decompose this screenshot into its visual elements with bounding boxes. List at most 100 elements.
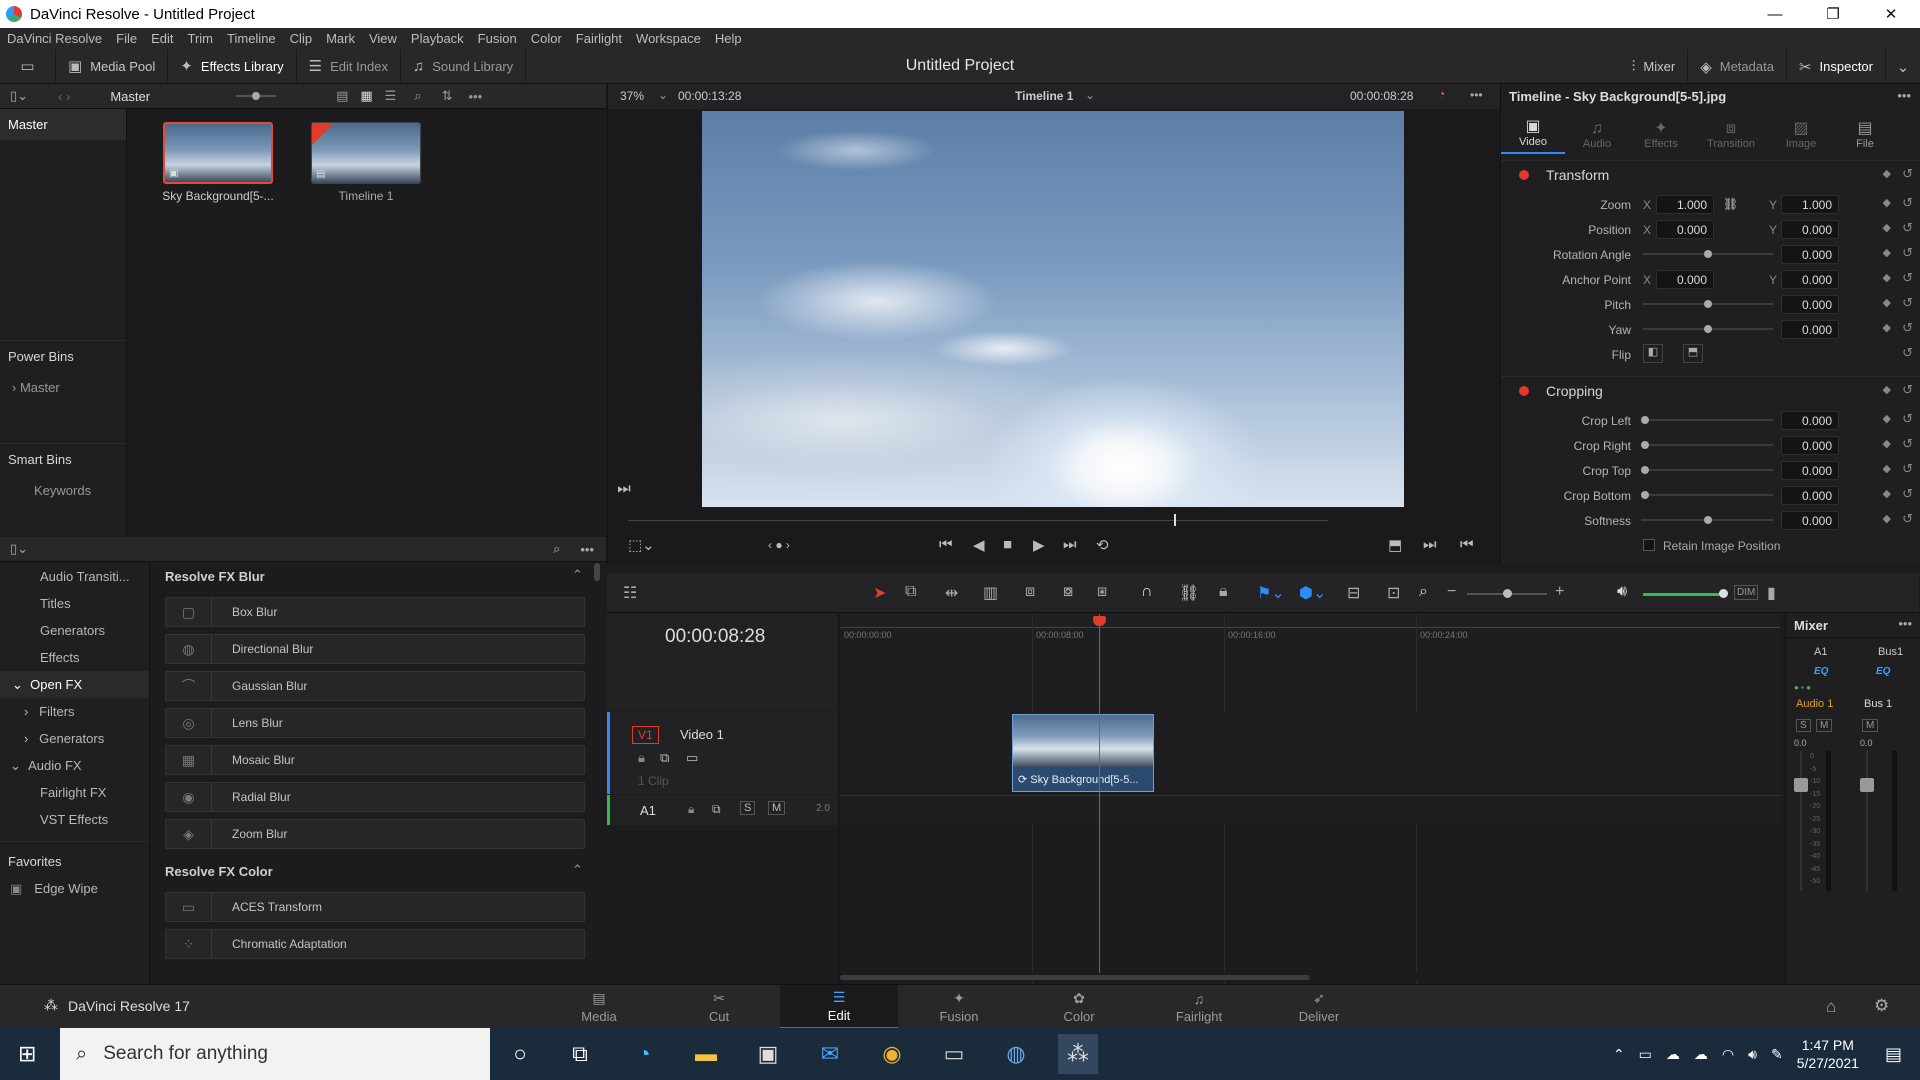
menu-help[interactable]: Help <box>708 31 749 46</box>
keyframe-icon[interactable]: ◆ <box>1883 487 1891 500</box>
track-a1-label[interactable]: A1 <box>640 803 656 818</box>
keyframe-icon[interactable]: ◆ <box>1883 167 1891 180</box>
scrubber-bar[interactable] <box>628 520 1328 521</box>
fx-radial-blur[interactable]: ◉ Radial Blur <box>165 782 585 812</box>
fx-chromatic-adaptation[interactable]: ⁘ Chromatic Adaptation <box>165 929 585 959</box>
reset-icon[interactable]: ↺ <box>1902 166 1913 182</box>
zoom-in-icon[interactable]: + <box>1555 583 1564 601</box>
fx-scrollbar[interactable] <box>594 563 600 581</box>
track-visibility-icon[interactable]: ▭ <box>686 750 698 766</box>
frame-end-icon[interactable]: ⏭ <box>616 480 632 497</box>
menu-workspace[interactable]: Workspace <box>629 31 708 46</box>
ch1-fader-track[interactable] <box>1800 751 1802 891</box>
link-icon[interactable]: ⛓ <box>1723 197 1738 211</box>
detail-zoom-icon[interactable]: ⊡ <box>1387 583 1400 603</box>
crop-right-field[interactable]: 0.000 <box>1781 436 1839 455</box>
insert-clip-icon[interactable]: ⧈ <box>1025 583 1035 601</box>
battery-icon[interactable]: ▭ <box>1639 1046 1652 1063</box>
task-view-icon[interactable]: ⧉ <box>560 1034 600 1074</box>
menu-clip[interactable]: Clip <box>283 31 319 46</box>
anchor-x-field[interactable]: 0.000 <box>1656 270 1714 289</box>
metadata-view-icon[interactable]: ▤ <box>336 88 348 104</box>
mixer-button[interactable]: ⫶ Mixer <box>1620 49 1689 84</box>
menu-file[interactable]: File <box>109 31 144 46</box>
go-to-start-icon[interactable]: ⏮ <box>939 536 953 553</box>
zoom-slider[interactable] <box>1467 589 1547 598</box>
clip-thumbnail-sky[interactable]: ▣ <box>163 122 273 184</box>
eq-button-ch1[interactable]: EQ <box>1814 666 1828 677</box>
cortana-icon[interactable]: ○ <box>500 1034 540 1074</box>
softness-field[interactable]: 0.000 <box>1781 511 1839 530</box>
chevron-down-icon[interactable]: ⌄ <box>658 88 668 102</box>
softness-slider[interactable] <box>1641 516 1773 524</box>
custom-zoom-icon[interactable]: ⌕ <box>1419 583 1428 601</box>
menu-color[interactable]: Color <box>524 31 569 46</box>
timeline-playhead[interactable] <box>1099 614 1100 973</box>
menu-edit[interactable]: Edit <box>144 31 180 46</box>
snapping-icon[interactable]: ∩ <box>1141 583 1153 601</box>
reset-icon[interactable]: ↺ <box>1902 486 1913 502</box>
menu-fairlight[interactable]: Fairlight <box>569 31 629 46</box>
blade-tool-icon[interactable]: ▥ <box>983 583 998 603</box>
reset-icon[interactable]: ↺ <box>1902 295 1913 311</box>
lock-icon[interactable]: 🔒︎ <box>638 750 645 766</box>
fx-cat-open-fx[interactable]: ⌄ Open FX <box>0 671 149 698</box>
page-edit[interactable]: ☰ Edit <box>780 985 898 1029</box>
tab-video[interactable]: ▣ Video <box>1501 109 1565 154</box>
thumbnail-size-slider[interactable] <box>236 92 277 100</box>
effects-more-icon[interactable]: ••• <box>580 542 594 557</box>
full-zoom-icon[interactable]: ⊟ <box>1347 583 1360 603</box>
timeline-ruler[interactable] <box>840 614 1780 628</box>
menu-playback[interactable]: Playback <box>404 31 471 46</box>
reset-icon[interactable]: ↺ <box>1902 411 1913 427</box>
fx-gaussian-blur[interactable]: ⌒ Gaussian Blur <box>165 671 585 701</box>
keyframe-icon[interactable]: ◆ <box>1883 246 1891 259</box>
stop-icon[interactable]: ■ <box>1003 536 1012 553</box>
zoom-out-icon[interactable]: − <box>1447 583 1456 601</box>
tab-image[interactable]: ▨ Image <box>1769 109 1833 154</box>
rotation-slider[interactable] <box>1643 250 1773 258</box>
qbittorrent-icon[interactable]: ◍ <box>996 1034 1036 1074</box>
bus-mute-button[interactable]: M <box>1862 719 1879 732</box>
tab-audio[interactable]: ♫ Audio <box>1565 109 1629 154</box>
zoom-y-field[interactable]: 1.000 <box>1781 195 1839 214</box>
play-icon[interactable]: ▶ <box>1033 536 1045 554</box>
fx-zoom-blur[interactable]: ◈ Zoom Blur <box>165 819 585 849</box>
selection-tool-icon[interactable]: ➤ <box>873 583 886 603</box>
transform-section[interactable]: Transform ◆ ↺ <box>1501 160 1920 188</box>
volume-icon[interactable]: 🔊︎ <box>1748 1046 1757 1063</box>
chevron-down-icon[interactable]: ⌄ <box>1085 88 1095 102</box>
reset-icon[interactable]: ↺ <box>1902 270 1913 286</box>
page-deliver[interactable]: ➶ Deliver <box>1260 985 1378 1029</box>
position-x-field[interactable]: 0.000 <box>1656 220 1714 239</box>
edit-index-button[interactable]: ☰ Edit Index <box>297 48 401 84</box>
safe-area-icon[interactable]: ⬚⌄ <box>628 536 655 554</box>
fx-cat-filters[interactable]: › Filters <box>0 698 149 725</box>
keyframe-icon[interactable]: ◆ <box>1883 196 1891 209</box>
reset-icon[interactable]: ↺ <box>1902 461 1913 477</box>
crop-bottom-slider[interactable] <box>1641 491 1773 499</box>
solo-button[interactable]: S <box>740 801 756 815</box>
overwrite-clip-icon[interactable]: ⧇ <box>1063 583 1073 601</box>
menu-trim[interactable]: Trim <box>181 31 221 46</box>
fx-aces-transform[interactable]: ▭ ACES Transform <box>165 892 585 922</box>
loop-icon[interactable]: ⟲ <box>1096 536 1109 554</box>
mixer-solo-button[interactable]: S <box>1796 719 1811 732</box>
sort-icon[interactable]: ⇅ <box>442 88 453 104</box>
fx-cat-generators[interactable]: Generators <box>0 617 149 644</box>
zoom-x-field[interactable]: 1.000 <box>1656 195 1714 214</box>
retain-checkbox[interactable] <box>1643 539 1655 551</box>
marker-icon[interactable]: ⬢⌄ <box>1299 583 1326 603</box>
meter-icon[interactable]: ▮ <box>1767 583 1776 603</box>
match-frame-icon[interactable]: ⬒ <box>1388 536 1402 554</box>
prev-edit-icon[interactable]: ⏮ <box>1460 536 1474 553</box>
taskbar-search[interactable]: ⌕ Search for anything <box>60 1028 490 1080</box>
speaker-icon[interactable]: 🔊︎ <box>1617 583 1627 601</box>
expand-icon[interactable]: ⌄ <box>1897 58 1910 76</box>
anchor-y-field[interactable]: 0.000 <box>1781 270 1839 289</box>
ch2-fader-track[interactable] <box>1866 751 1868 891</box>
fx-lens-blur[interactable]: ◎ Lens Blur <box>165 708 585 738</box>
reset-icon[interactable]: ↺ <box>1902 320 1913 336</box>
collapse-icon[interactable]: ⌃ <box>572 862 583 878</box>
monitor-layout-icon[interactable]: ▭ <box>20 57 34 75</box>
